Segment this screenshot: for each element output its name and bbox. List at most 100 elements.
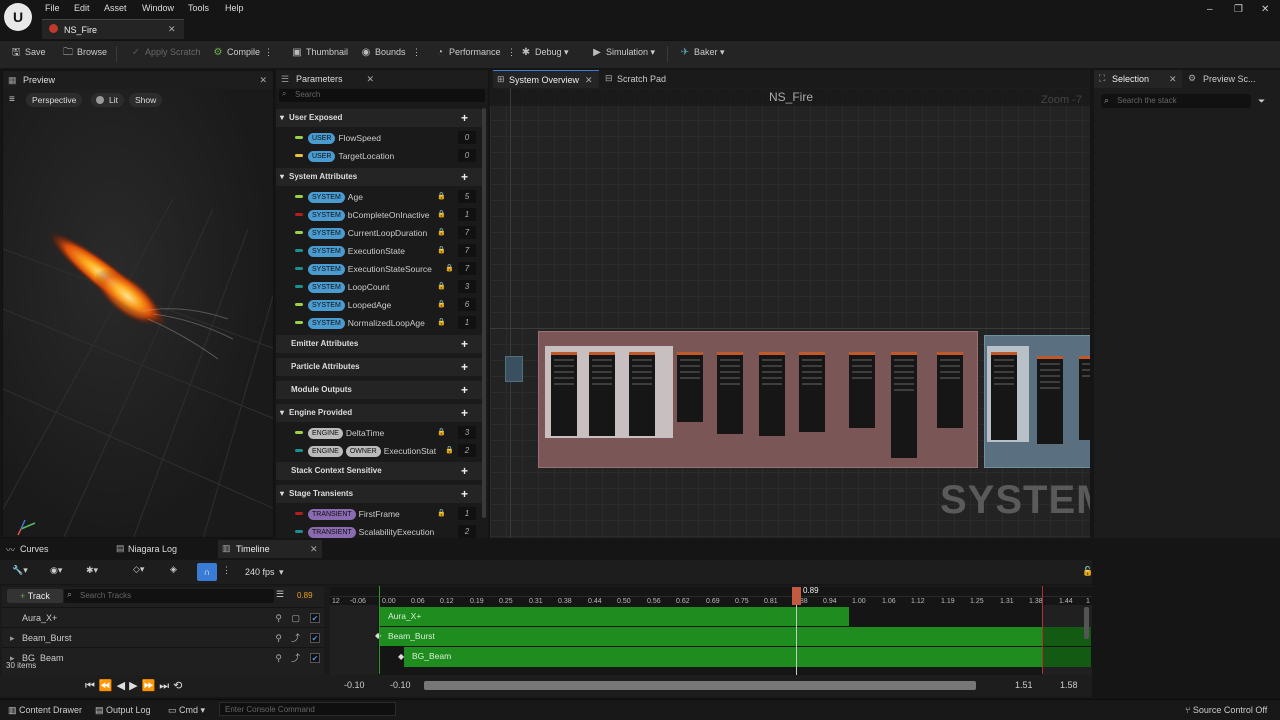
- section-aura[interactable]: Aura_X+: [380, 607, 849, 626]
- step-back-icon[interactable]: ⏪: [99, 680, 117, 692]
- keyframe-icon[interactable]: ◇▾: [133, 564, 144, 575]
- copy-icon[interactable]: ▢: [291, 608, 300, 628]
- parameter-row[interactable]: TRANSIENT FirstFrame 🔒 1: [276, 505, 486, 523]
- fps-selector[interactable]: 240 fps: [245, 567, 275, 577]
- category-system-attributes[interactable]: ▾ System Attributes +: [276, 168, 486, 186]
- bounds-button[interactable]: ◉ Bounds: [360, 47, 406, 59]
- track-row-beam-burst[interactable]: ▸ Beam_Burst ⚲ ⤴ ✔: [2, 627, 324, 647]
- step-forward-icon[interactable]: ⏩: [142, 680, 160, 692]
- performance-button[interactable]: ◔ Performance: [434, 47, 501, 59]
- add-parameter-button[interactable]: +: [461, 381, 468, 399]
- add-parameter-button[interactable]: +: [461, 485, 468, 503]
- tab-timeline[interactable]: ▥ Timeline ✕: [218, 540, 322, 558]
- parameter-row[interactable]: SYSTEM CurrentLoopDuration 🔒 7: [276, 224, 486, 242]
- menu-window[interactable]: Window: [142, 3, 174, 13]
- content-drawer-button[interactable]: ▥ Content Drawer: [8, 705, 82, 716]
- close-window-icon[interactable]: ✕: [1261, 4, 1269, 15]
- filter-icon[interactable]: ⏷: [1258, 96, 1265, 107]
- parameter-row[interactable]: ENGINE OWNER ExecutionStat 🔒 2: [276, 442, 486, 460]
- chevron-down-icon[interactable]: ▾: [279, 567, 284, 578]
- category-particle-attributes[interactable]: Particle Attributes +: [276, 358, 486, 376]
- parameter-row[interactable]: SYSTEM LoopCount 🔒 3: [276, 278, 486, 296]
- browse-button[interactable]: 🗀 Browse: [62, 47, 107, 59]
- thumbnail-button[interactable]: ▣ Thumbnail: [291, 47, 348, 59]
- stack-node[interactable]: [589, 352, 615, 436]
- key-filter-icon[interactable]: ◈: [170, 564, 177, 575]
- track-enabled-checkbox[interactable]: ✔: [310, 653, 320, 663]
- playhead-line[interactable]: [796, 597, 797, 675]
- stack-node[interactable]: [799, 352, 825, 432]
- pin-icon[interactable]: ⚲: [275, 648, 282, 668]
- stack-node[interactable]: [891, 352, 917, 458]
- close-tab-icon[interactable]: ✕: [259, 71, 267, 89]
- parameters-tab[interactable]: ☰ Parameters ✕: [276, 70, 488, 88]
- track-row-bg-beam[interactable]: ▸ BG_Beam ⚲ ⤴ ✔: [2, 647, 324, 667]
- stack-node[interactable]: [1037, 356, 1063, 444]
- view-end[interactable]: 1.51: [1015, 680, 1033, 690]
- close-tab-icon[interactable]: ✕: [366, 70, 374, 88]
- track-enabled-checkbox[interactable]: ✔: [310, 613, 320, 623]
- pin-icon[interactable]: ⚲: [275, 608, 282, 628]
- section-beam-burst[interactable]: Beam_Burst: [380, 627, 1091, 646]
- close-tab-icon[interactable]: ✕: [585, 75, 593, 86]
- minimize-icon[interactable]: –: [1207, 4, 1213, 15]
- category-emitter-attributes[interactable]: Emitter Attributes +: [276, 335, 486, 353]
- category-module-outputs[interactable]: Module Outputs +: [276, 381, 486, 399]
- unreal-logo-icon[interactable]: U: [4, 3, 32, 31]
- add-parameter-button[interactable]: +: [461, 335, 468, 353]
- more-options-icon[interactable]: ⋮: [222, 565, 231, 576]
- parameter-row[interactable]: SYSTEM Age 🔒 5: [276, 188, 486, 206]
- debug-button[interactable]: ✱ Debug ▾: [520, 47, 569, 59]
- console-command-input[interactable]: Enter Console Command: [219, 702, 396, 716]
- track-search-input[interactable]: ⌕ Search Tracks: [64, 589, 274, 603]
- baker-button[interactable]: ✈ Baker ▾: [679, 47, 725, 59]
- lit-button[interactable]: Lit: [91, 93, 124, 107]
- range-start[interactable]: -0.10: [344, 680, 365, 690]
- add-parameter-button[interactable]: +: [461, 462, 468, 480]
- keyframe-icon[interactable]: ◆: [398, 652, 404, 661]
- view-start[interactable]: -0.10: [390, 680, 411, 690]
- track-row-aura[interactable]: Aura_X+ ⚲ ▢ ✔: [2, 607, 324, 627]
- close-tab-icon[interactable]: ✕: [1169, 74, 1177, 85]
- category-stack-context-sensitive[interactable]: Stack Context Sensitive +: [276, 462, 486, 480]
- show-button[interactable]: Show: [129, 93, 163, 107]
- range-end[interactable]: 1.58: [1060, 680, 1078, 690]
- add-parameter-button[interactable]: +: [461, 404, 468, 422]
- tab-niagara-log[interactable]: Niagara Log: [128, 544, 177, 554]
- jump-to-end-icon[interactable]: ⏭: [159, 680, 173, 692]
- menu-edit[interactable]: Edit: [74, 3, 90, 13]
- stack-node[interactable]: [1079, 356, 1090, 440]
- filter-icon[interactable]: ☰: [276, 589, 284, 600]
- parameter-row[interactable]: USER FlowSpeed 0: [276, 129, 486, 147]
- eye-icon[interactable]: ◉▾: [50, 565, 62, 576]
- maximize-icon[interactable]: ❐: [1234, 4, 1243, 15]
- play-icon[interactable]: ▶: [129, 680, 141, 692]
- parameter-row[interactable]: USER TargetLocation 0: [276, 147, 486, 165]
- snap-settings-icon[interactable]: ✱▾: [86, 565, 98, 576]
- add-track-button[interactable]: + Track: [7, 589, 63, 603]
- start-marker[interactable]: [379, 586, 380, 674]
- more-options-icon[interactable]: ⋮: [412, 47, 421, 58]
- close-tab-icon[interactable]: ✕: [168, 24, 176, 35]
- parameter-row[interactable]: SYSTEM bCompleteOnInactive 🔒 1: [276, 206, 486, 224]
- lock-icon[interactable]: 🔓: [1082, 566, 1093, 577]
- loop-icon[interactable]: ⟲: [173, 680, 186, 692]
- parameters-search-input[interactable]: ⌕ Search: [279, 89, 485, 102]
- stack-node[interactable]: [717, 352, 743, 434]
- parameter-row[interactable]: SYSTEM LoopedAge 🔒 6: [276, 296, 486, 314]
- category-user-exposed[interactable]: ▾ User Exposed +: [276, 109, 486, 127]
- end-marker[interactable]: [1042, 586, 1043, 674]
- perspective-button[interactable]: Perspective: [26, 93, 83, 107]
- tab-selection[interactable]: ⛶ Selection ✕: [1094, 70, 1182, 88]
- stack-node[interactable]: [849, 352, 875, 428]
- menu-tools[interactable]: Tools: [188, 3, 209, 13]
- curve-icon[interactable]: ⤴: [291, 628, 300, 648]
- compile-button[interactable]: ⚙ Compile: [212, 47, 261, 59]
- stack-node[interactable]: [551, 352, 577, 436]
- curve-icon[interactable]: ⤴: [291, 648, 300, 668]
- view-range-slider[interactable]: [424, 681, 976, 690]
- add-parameter-button[interactable]: +: [461, 168, 468, 186]
- stack-search-input[interactable]: ⌕ Search the stack: [1101, 94, 1251, 108]
- preview-tab[interactable]: ▦ Preview ✕: [3, 71, 273, 89]
- save-button[interactable]: 🖫 Save: [10, 47, 46, 59]
